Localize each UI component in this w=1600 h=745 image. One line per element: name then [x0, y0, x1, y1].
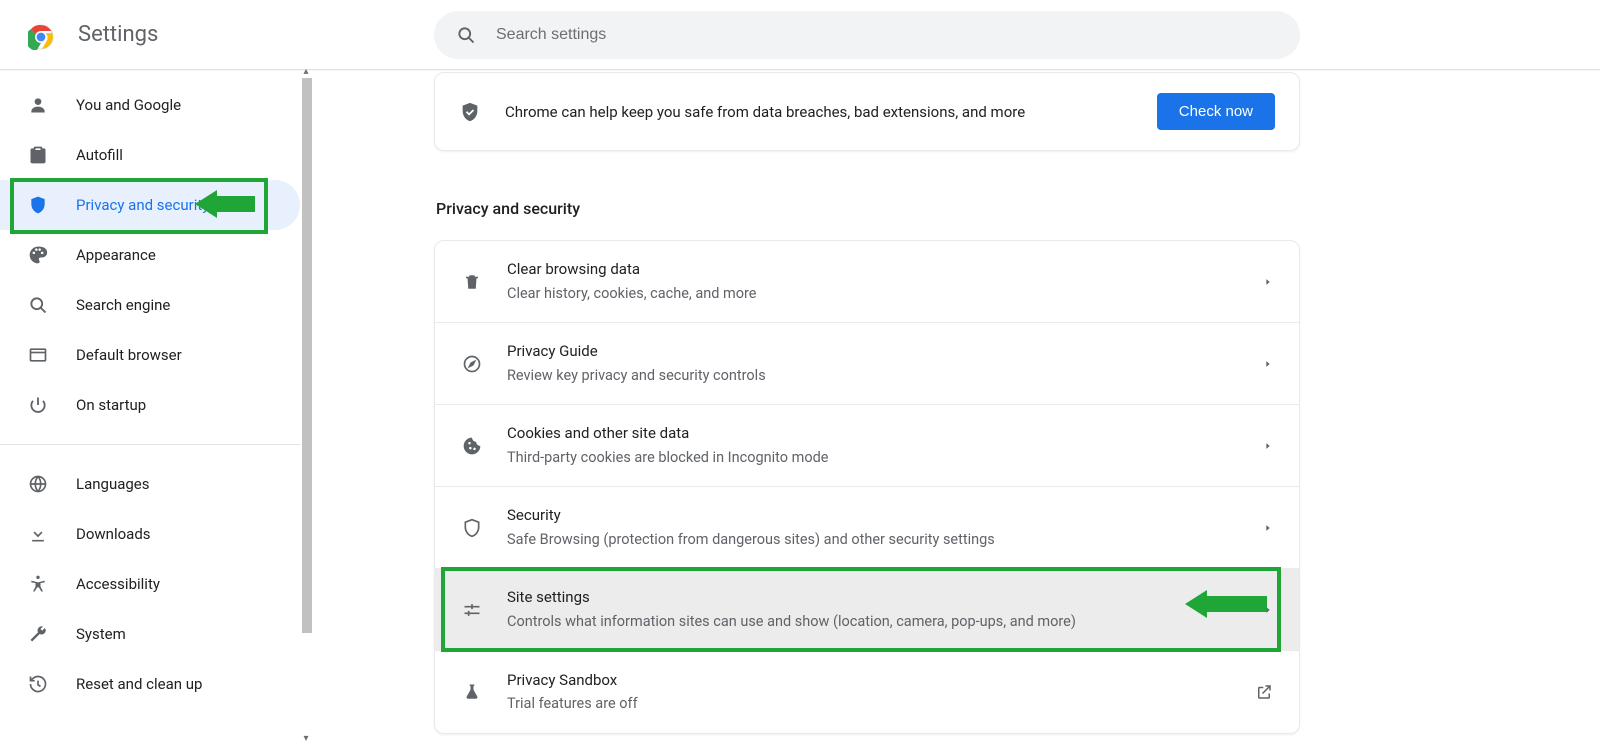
main-content: Chrome can help keep you safe from data … — [300, 70, 1600, 741]
accessibility-icon — [28, 574, 48, 594]
sidebar-item-search-engine[interactable]: Search engine — [0, 280, 300, 330]
sidebar-item-label: Downloads — [76, 525, 151, 543]
row-privacy-sandbox[interactable]: Privacy Sandbox Trial features are off — [435, 651, 1299, 733]
row-cookies[interactable]: Cookies and other site data Third-party … — [435, 405, 1299, 487]
sidebar-item-label: System — [76, 625, 126, 643]
open-external-icon — [1255, 683, 1273, 701]
sidebar-divider — [0, 444, 300, 445]
row-subtitle: Clear history, cookies, cache, and more — [507, 283, 1263, 305]
row-subtitle: Controls what information sites can use … — [507, 611, 1263, 633]
flask-icon — [461, 681, 483, 703]
row-subtitle: Trial features are off — [507, 693, 1255, 715]
row-title: Security — [507, 504, 1263, 527]
check-now-button[interactable]: Check now — [1157, 93, 1275, 130]
sidebar-item-label: On startup — [76, 396, 146, 414]
palette-icon — [28, 245, 48, 265]
sidebar: You and Google Autofill Privacy and secu… — [0, 70, 300, 741]
history-icon — [28, 674, 48, 694]
sidebar-item-default-browser[interactable]: Default browser — [0, 330, 300, 380]
sidebar-item-label: Appearance — [76, 246, 156, 264]
search-settings-field[interactable] — [496, 26, 1300, 44]
sidebar-item-label: Reset and clean up — [76, 675, 202, 693]
sidebar-item-you-and-google[interactable]: You and Google — [0, 80, 300, 130]
row-title: Clear browsing data — [507, 258, 1263, 281]
privacy-security-list: Clear browsing data Clear history, cooki… — [434, 240, 1300, 734]
sidebar-item-languages[interactable]: Languages — [0, 459, 300, 509]
shield-outline-icon — [461, 517, 483, 539]
row-title: Site settings — [507, 586, 1263, 609]
sidebar-item-downloads[interactable]: Downloads — [0, 509, 300, 559]
row-title: Privacy Sandbox — [507, 669, 1255, 692]
row-privacy-guide[interactable]: Privacy Guide Review key privacy and sec… — [435, 323, 1299, 405]
row-subtitle: Review key privacy and security controls — [507, 365, 1263, 387]
globe-icon — [28, 474, 48, 494]
sidebar-item-label: Default browser — [76, 346, 182, 364]
safety-check-card: Chrome can help keep you safe from data … — [434, 72, 1300, 151]
power-icon — [28, 395, 48, 415]
sidebar-item-label: Privacy and security — [76, 196, 209, 214]
tune-icon — [461, 599, 483, 621]
chevron-right-icon — [1263, 359, 1273, 369]
compass-icon — [461, 353, 483, 375]
sidebar-item-system[interactable]: System — [0, 609, 300, 659]
sidebar-item-label: You and Google — [76, 96, 181, 114]
annotation-arrow-sidebar — [195, 190, 255, 218]
chrome-logo-icon — [28, 24, 50, 46]
search-icon — [28, 295, 48, 315]
chevron-right-icon — [1263, 277, 1273, 287]
sidebar-item-label: Languages — [76, 475, 150, 493]
row-subtitle: Safe Browsing (protection from dangerous… — [507, 529, 1263, 551]
person-icon — [28, 95, 48, 115]
row-title: Cookies and other site data — [507, 422, 1263, 445]
row-subtitle: Third-party cookies are blocked in Incog… — [507, 447, 1263, 469]
header-bar: Settings — [0, 0, 1600, 70]
sidebar-item-label: Autofill — [76, 146, 123, 164]
download-icon — [28, 524, 48, 544]
clipboard-icon — [28, 145, 48, 165]
row-site-settings[interactable]: Site settings Controls what information … — [435, 569, 1299, 651]
sidebar-item-appearance[interactable]: Appearance — [0, 230, 300, 280]
safety-check-message: Chrome can help keep you safe from data … — [505, 103, 1157, 121]
annotation-arrow-row — [1185, 590, 1267, 618]
sidebar-item-on-startup[interactable]: On startup — [0, 380, 300, 430]
row-security[interactable]: Security Safe Browsing (protection from … — [435, 487, 1299, 569]
browser-icon — [28, 345, 48, 365]
sidebar-item-label: Search engine — [76, 296, 170, 314]
sidebar-item-label: Accessibility — [76, 575, 160, 593]
sidebar-item-reset-cleanup[interactable]: Reset and clean up — [0, 659, 300, 709]
chevron-right-icon — [1263, 441, 1273, 451]
row-title: Privacy Guide — [507, 340, 1263, 363]
sidebar-item-privacy-security[interactable]: Privacy and security — [0, 180, 300, 230]
search-icon — [456, 25, 476, 45]
wrench-icon — [28, 624, 48, 644]
row-clear-browsing-data[interactable]: Clear browsing data Clear history, cooki… — [435, 241, 1299, 323]
verified-shield-icon — [459, 101, 481, 123]
trash-icon — [461, 271, 483, 293]
page-title: Settings — [78, 22, 158, 47]
cookie-icon — [461, 435, 483, 457]
sidebar-item-autofill[interactable]: Autofill — [0, 130, 300, 180]
section-heading: Privacy and security — [436, 199, 1600, 218]
search-settings-input[interactable] — [434, 11, 1300, 59]
sidebar-item-accessibility[interactable]: Accessibility — [0, 559, 300, 609]
chevron-right-icon — [1263, 523, 1273, 533]
shield-icon — [28, 195, 48, 215]
